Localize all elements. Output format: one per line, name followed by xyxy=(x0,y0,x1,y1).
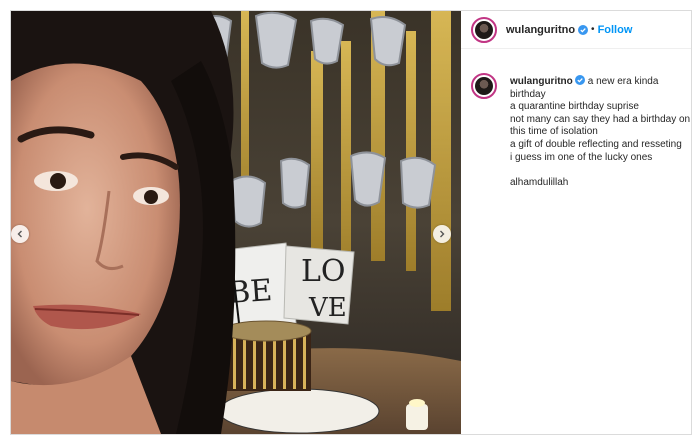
post-sidebar: wulanguritno • Follow wulanguritno a new … xyxy=(461,11,691,434)
chevron-left-icon xyxy=(17,230,22,238)
chevron-right-icon xyxy=(440,230,445,238)
caption-line: a gift of double reflecting and ressetin… xyxy=(510,138,682,150)
separator-dot: • xyxy=(591,24,595,35)
svg-text:LO: LO xyxy=(301,254,346,289)
caption-username-link[interactable]: wulanguritno xyxy=(510,76,573,87)
next-photo-button[interactable] xyxy=(433,225,451,243)
follow-button[interactable]: Follow xyxy=(598,24,633,36)
post-photo: BE LO VE xyxy=(11,11,461,434)
caption-avatar[interactable] xyxy=(471,73,497,99)
post-media[interactable]: BE LO VE xyxy=(11,11,461,434)
svg-text:VE: VE xyxy=(308,293,347,323)
caption-line: alhamdulillah xyxy=(510,176,569,188)
avatar[interactable] xyxy=(471,16,497,43)
username-link[interactable]: wulanguritno xyxy=(506,24,575,36)
verified-badge-icon xyxy=(574,75,585,85)
previous-photo-button[interactable] xyxy=(11,225,29,243)
verified-badge-icon xyxy=(578,24,589,35)
caption-line: a quarantine birthday suprise xyxy=(510,101,639,113)
post-header: wulanguritno • Follow xyxy=(461,11,691,49)
instagram-post: BE LO VE wulanguritno • Follow wulanguri… xyxy=(10,10,692,435)
caption-text: wulanguritno a new era kinda birthday a q… xyxy=(510,75,692,189)
caption-line: i guess im one of the lucky ones xyxy=(510,151,653,163)
caption-line: not many can say they had a birthday on … xyxy=(510,113,691,138)
